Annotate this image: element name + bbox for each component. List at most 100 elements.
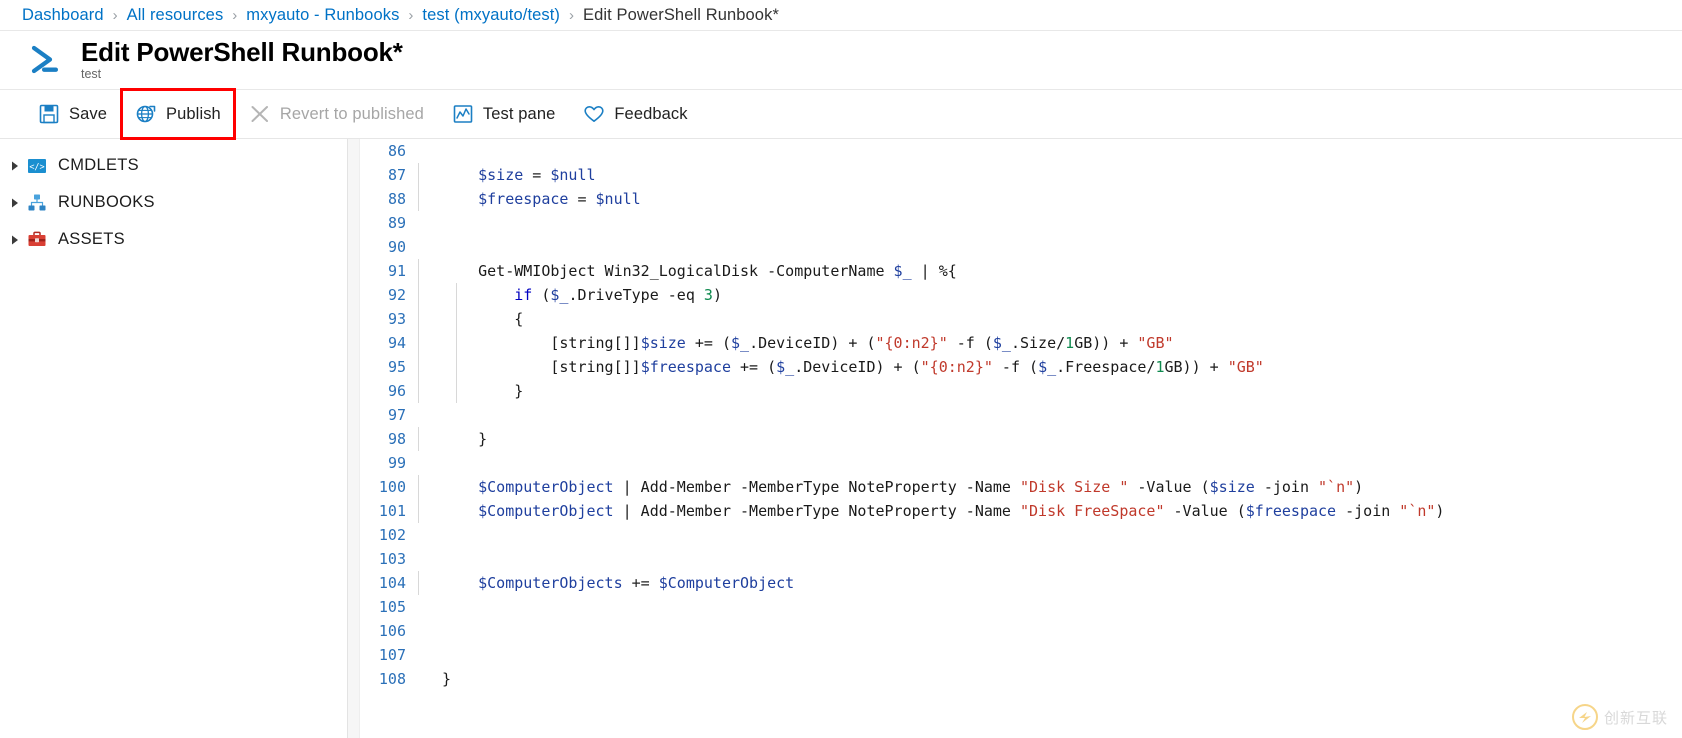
publish-button[interactable]: Publish — [120, 88, 236, 140]
breadcrumb-separator-icon: › — [408, 6, 414, 24]
code-token: += ( — [731, 358, 777, 376]
code-line: 89 — [360, 211, 1682, 235]
code-token: "Disk FreeSpace" — [1019, 502, 1165, 520]
test-pane-icon — [452, 103, 474, 125]
code-token: ) — [1354, 478, 1364, 496]
indent-guide — [418, 187, 419, 211]
breadcrumb-separator-icon: › — [569, 6, 575, 24]
code-line: 107 — [360, 643, 1682, 667]
code-token: "`n" — [1399, 502, 1436, 520]
line-number: 99 — [387, 454, 406, 472]
code-token: $size — [640, 334, 686, 352]
code-line-text[interactable]: { — [418, 307, 1682, 331]
save-icon — [38, 103, 60, 125]
code-line: 93 { — [360, 307, 1682, 331]
code-line-text[interactable]: [string[]]$size += ($_.DeviceID) + ("{0:… — [418, 331, 1682, 355]
sidebar-item-assets[interactable]: ASSETS — [0, 221, 347, 258]
code-token: 3 — [703, 286, 713, 304]
heart-icon — [583, 103, 605, 125]
code-token: $size — [1209, 478, 1255, 496]
line-number: 86 — [387, 142, 406, 160]
runbook-editor-page: Dashboard › All resources › mxyauto - Runboo… — [0, 0, 1682, 738]
line-number: 90 — [387, 238, 406, 256]
chevron-right-icon[interactable] — [4, 197, 26, 209]
code-line-text[interactable]: $size = $null — [418, 163, 1682, 187]
save-button[interactable]: Save — [26, 91, 119, 137]
line-number: 91 — [387, 262, 406, 280]
code-token: "Disk Size " — [1019, 478, 1129, 496]
code-line-text[interactable]: } — [418, 379, 1682, 403]
code-token: "{0:n2}" — [875, 334, 948, 352]
code-token: GB)) + — [1074, 334, 1138, 352]
code-token: } — [442, 670, 452, 688]
powershell-icon — [26, 39, 68, 81]
line-number: 96 — [387, 382, 406, 400]
code-token: } — [442, 430, 488, 448]
code-token: .DeviceID) + ( — [794, 358, 921, 376]
code-line-text[interactable]: $ComputerObject | Add-Member -MemberType… — [418, 475, 1682, 499]
code-token: ( — [532, 286, 551, 304]
code-line-text[interactable]: Get-WMIObject Win32_LogicalDisk -Compute… — [418, 259, 1682, 283]
code-line: 105 — [360, 595, 1682, 619]
breadcrumb-item-5: Edit PowerShell Runbook* — [583, 5, 779, 24]
code-line-text[interactable]: $ComputerObject | Add-Member -MemberType… — [418, 499, 1682, 523]
breadcrumb: Dashboard › All resources › mxyauto - Runboo… — [0, 0, 1682, 30]
code-token: -f ( — [992, 358, 1039, 376]
indent-guide — [418, 379, 419, 403]
chevron-right-icon[interactable] — [4, 234, 26, 246]
line-number: 93 — [387, 310, 406, 328]
code-token: .Size/ — [1010, 334, 1066, 352]
code-token: 1 — [1155, 358, 1165, 376]
code-token: $null — [595, 190, 641, 208]
code-line: 101 $ComputerObject | Add-Member -Member… — [360, 499, 1682, 523]
sidebar-item-cmdlets-label: CMDLETS — [58, 156, 139, 174]
code-line-text[interactable]: } — [418, 427, 1682, 451]
code-token: "`n" — [1318, 478, 1355, 496]
code-line-text[interactable]: $freespace = $null — [418, 187, 1682, 211]
indent-guide — [456, 283, 457, 307]
line-number: 98 — [387, 430, 406, 448]
line-number: 101 — [378, 502, 406, 520]
code-line: 98 } — [360, 427, 1682, 451]
code-token: += ( — [685, 334, 731, 352]
sidebar-item-cmdlets[interactable]: </> CMDLETS — [0, 147, 347, 184]
line-number: 105 — [378, 598, 406, 616]
code-line-text[interactable]: if ($_.DriveType -eq 3) — [418, 283, 1682, 307]
code-token: -Value ( — [1128, 478, 1210, 496]
resource-tree-sidebar: </> CMDLETS RUNBOOKS ASSETS — [0, 139, 348, 738]
code-line-text[interactable]: [string[]]$freespace += ($_.DeviceID) + … — [418, 355, 1682, 379]
breadcrumb-item-2[interactable]: All resources — [127, 6, 224, 25]
code-editor[interactable]: 86 87 $size = $null 88 $freespace = $null 8… — [348, 139, 1682, 738]
indent-guide — [456, 355, 457, 379]
code-line-text[interactable]: $ComputerObjects += $ComputerObject — [418, 571, 1682, 595]
chevron-right-icon[interactable] — [4, 160, 26, 172]
page-subtitle: test — [81, 67, 102, 82]
indent-guide — [418, 499, 419, 523]
publish-globe-icon — [135, 103, 157, 125]
breadcrumb-item-4[interactable]: test (mxyauto/test) — [422, 6, 560, 25]
breadcrumb-item-3[interactable]: mxyauto - Runbooks — [246, 6, 399, 25]
code-brackets-icon: </> — [26, 155, 48, 177]
code-line: 100 $ComputerObject | Add-Member -Member… — [360, 475, 1682, 499]
breadcrumb-item-1[interactable]: Dashboard — [22, 6, 104, 25]
code-area[interactable]: 86 87 $size = $null 88 $freespace = $null 8… — [360, 139, 1682, 738]
code-token: = — [568, 190, 596, 208]
code-token: $freespace — [478, 190, 569, 208]
sidebar-item-runbooks[interactable]: RUNBOOKS — [0, 184, 347, 221]
test-pane-button[interactable]: Test pane — [440, 91, 567, 137]
code-line: 97 — [360, 403, 1682, 427]
code-token: "GB" — [1227, 358, 1264, 376]
page-header: Edit PowerShell Runbook* test — [0, 31, 1682, 89]
line-number: 89 — [387, 214, 406, 232]
code-line-text[interactable]: } — [418, 667, 1682, 691]
code-token: -join — [1336, 502, 1400, 520]
code-token: $ComputerObject — [478, 502, 614, 520]
code-token: .DeviceID) + ( — [749, 334, 876, 352]
feedback-button[interactable]: Feedback — [571, 91, 699, 137]
code-token: -join — [1254, 478, 1319, 496]
indent-guide — [418, 427, 419, 451]
code-token: | Add-Member -MemberType NoteProperty -N… — [613, 478, 1020, 496]
code-token: | %{ — [911, 262, 957, 280]
